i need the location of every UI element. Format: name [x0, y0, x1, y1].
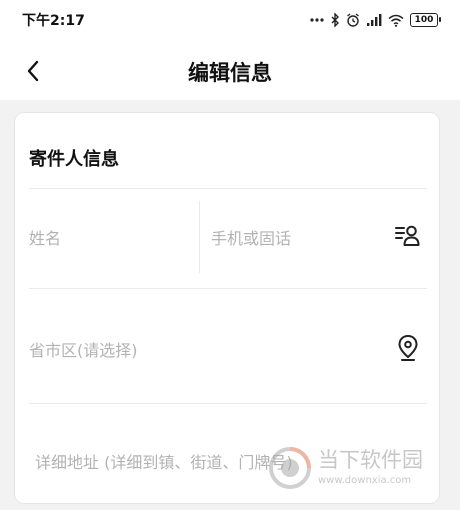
- name-placeholder: 姓名: [29, 229, 62, 248]
- region-select[interactable]: 省市区(请选择): [29, 301, 379, 391]
- divider: [29, 188, 427, 189]
- phone-placeholder: 手机或固话: [211, 229, 292, 248]
- name-field[interactable]: 姓名: [29, 201, 197, 273]
- location-pin-icon: [398, 334, 418, 361]
- watermark-brand: 当下软件园: [318, 448, 423, 472]
- address-placeholder: 详细地址 (详细到镇、街道、门牌号): [35, 453, 293, 472]
- watermark-logo-icon: [269, 447, 311, 489]
- field-divider: [199, 201, 200, 273]
- watermark-url: www.downxia.com: [318, 475, 412, 486]
- watermark: 当下软件园 www.downxia.com: [268, 440, 448, 496]
- contacts-button[interactable]: [391, 219, 425, 253]
- divider: [29, 288, 427, 289]
- battery-level: 100: [414, 14, 434, 25]
- phone-field[interactable]: 手机或固话: [211, 201, 379, 273]
- contact-book-icon: [395, 225, 420, 246]
- location-button[interactable]: [393, 331, 423, 365]
- status-icons: 100: [310, 13, 441, 27]
- nav-bar: 编辑信息: [0, 40, 460, 100]
- bluetooth-icon: [331, 13, 339, 27]
- page-title: 编辑信息: [188, 61, 272, 85]
- region-placeholder: 省市区(请选择): [29, 341, 138, 360]
- status-bar: 下午2:17 100: [0, 0, 460, 40]
- more-dots-icon: [310, 18, 324, 22]
- divider: [29, 403, 427, 404]
- watermark-text: 当下软件园 www.downxia.com: [318, 448, 423, 487]
- wifi-icon: [388, 14, 404, 27]
- signal-icon: [367, 14, 382, 26]
- status-time: 下午2:17: [22, 13, 85, 29]
- section-title: 寄件人信息: [29, 149, 119, 170]
- alarm-icon: [347, 13, 359, 27]
- battery-icon: 100: [410, 13, 441, 27]
